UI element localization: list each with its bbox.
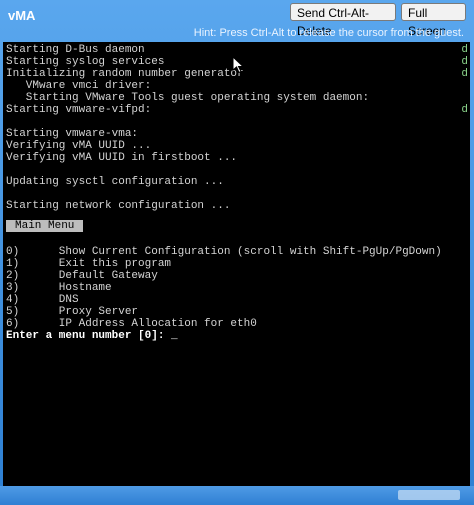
mouse-cursor-icon [232, 56, 245, 74]
vma-console-window: vMA Send Ctrl-Alt-Delete Full Screen Hin… [0, 0, 474, 505]
full-screen-button[interactable]: Full Screen [401, 3, 466, 38]
menu-prompt[interactable]: Enter a menu number [0]: _ [6, 330, 178, 342]
send-ctrl-alt-delete-button[interactable]: Send Ctrl-Alt-Delete [290, 3, 396, 38]
console-line: Starting network configuration ... [6, 200, 231, 212]
status-mark: d [461, 68, 468, 80]
console-line: Starting vmware-vma: [6, 128, 139, 140]
console-line: Starting VMware Tools guest operating sy… [6, 92, 370, 104]
console-line: Starting D-Bus daemon [6, 44, 145, 56]
menu-item: 4) DNS [6, 294, 79, 306]
menu-item: 0) Show Current Configuration (scroll wi… [6, 246, 442, 258]
console-line: Updating sysctl configuration ... [6, 176, 224, 188]
main-menu-label: Main Menu [15, 220, 75, 232]
status-mark: d [461, 56, 468, 68]
status-mark: d [461, 104, 468, 116]
menu-item: 1) Exit this program [6, 258, 172, 270]
console-line: Starting syslog services [6, 56, 165, 68]
release-cursor-hint: Hint: Press Ctrl-Alt to release the curs… [193, 27, 464, 39]
console-line: Verifying vMA UUID ... [6, 140, 152, 152]
console-line: Starting vmware-vifpd: [6, 104, 152, 116]
scrollbar-thumb[interactable] [398, 490, 460, 500]
console-screen[interactable]: Starting D-Bus daemon Starting syslog se… [3, 42, 470, 486]
console-line: VMware vmci driver: [6, 80, 152, 92]
menu-item: 3) Hostname [6, 282, 112, 294]
menu-item: 2) Default Gateway [6, 270, 158, 282]
console-line: Initializing random number generator [6, 68, 244, 80]
menu-item: 5) Proxy Server [6, 306, 139, 318]
status-mark: d [461, 44, 468, 56]
console-line: Verifying vMA UUID in firstboot ... [6, 152, 238, 164]
window-title: vMA [8, 8, 36, 23]
menu-item: 6) IP Address Allocation for eth0 [6, 318, 257, 330]
